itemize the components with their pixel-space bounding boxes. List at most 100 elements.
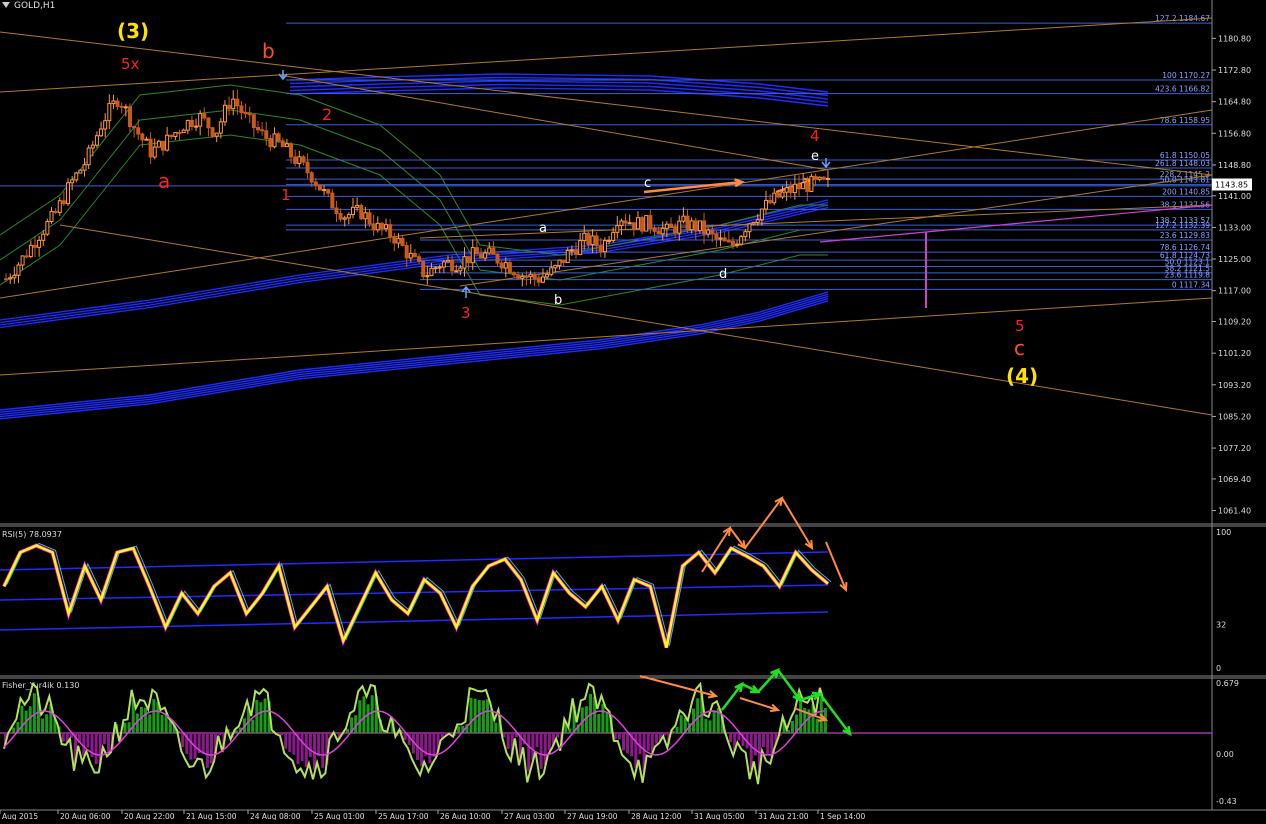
fib-level-label: 127.2 1132.39 (1155, 221, 1210, 230)
candle-body (810, 176, 813, 191)
candle-body (376, 223, 379, 229)
price-tick-label: 1069.40 (1218, 475, 1251, 484)
time-tick-label: 20 Aug 22:00 (124, 812, 175, 820)
fisher-hist-bar (647, 733, 650, 751)
candle-body (715, 234, 718, 239)
candle-body (769, 200, 772, 202)
candle-body (513, 273, 516, 275)
fib-level-label: 100 1170.27 (1162, 71, 1210, 80)
fisher-hist-bar (148, 714, 151, 733)
fisher-hist-bar (313, 733, 316, 769)
candle-body (467, 257, 470, 263)
candle-body (281, 141, 284, 147)
candle-body (186, 120, 189, 130)
candle-body (153, 147, 156, 157)
candle-body (471, 248, 474, 263)
candle-body (162, 141, 165, 150)
candle-body (484, 253, 487, 258)
candle-body (550, 268, 553, 275)
candle-body (9, 278, 12, 279)
time-tick-label: 31 Aug 21:00 (758, 812, 809, 820)
time-tick-label: 28 Aug 12:00 (631, 812, 682, 820)
fisher-hist-bar (494, 723, 497, 733)
trend-line (0, 18, 1212, 92)
candle-body (612, 232, 615, 240)
price-tick-label: 1101.20 (1218, 349, 1251, 358)
candle-body (166, 135, 169, 150)
fisher-hist-bar (251, 720, 254, 733)
candle-body (628, 223, 631, 224)
wave-label-10: c (644, 176, 651, 191)
candle-body (364, 213, 367, 219)
price-tick-label: 1117.00 (1218, 287, 1251, 296)
rsi-tick-label: 0 (1216, 664, 1221, 673)
candle-body (393, 237, 396, 243)
candle-body (42, 234, 45, 240)
fisher-hist-bar (264, 699, 267, 733)
fisher-tick-label: 0.00 (1216, 750, 1234, 759)
candle-body (199, 114, 202, 127)
fisher-hist-bar (41, 719, 44, 733)
candle-body (814, 176, 817, 179)
candle-body (587, 233, 590, 244)
fib-level-label: 261.8 1148.03 (1155, 159, 1210, 168)
candle-body (290, 144, 293, 157)
candle-body (261, 130, 264, 131)
candle-body (529, 274, 532, 276)
candle-body (104, 121, 107, 129)
candle-body (537, 279, 540, 283)
candle-body (405, 245, 408, 257)
trend-line (60, 225, 1212, 415)
candle-body (789, 188, 792, 193)
current-price-label: 1143.85 (1215, 181, 1248, 190)
candle-body (248, 113, 251, 115)
candle-body (219, 122, 222, 133)
candle-body (335, 208, 338, 214)
candle-body (195, 126, 198, 127)
candle-body (343, 218, 346, 219)
fisher-hist-bar (638, 733, 641, 754)
time-tick-label: 25 Aug 17:00 (378, 812, 429, 820)
rsi-title: RSI(5) 78.0937 (2, 530, 62, 539)
candle-body (488, 248, 491, 253)
time-tick-label: 26 Aug 10:00 (440, 812, 491, 820)
candle-body (438, 267, 441, 268)
candle-body (112, 101, 115, 104)
rsi-band (0, 612, 828, 630)
fisher-hist-bar (218, 733, 221, 735)
orange-arrow (702, 528, 730, 572)
chart-canvas[interactable]: 127.2 1184.67100 1170.27423.6 1166.8278.… (0, 0, 1266, 820)
candle-body (285, 144, 288, 147)
candle-body (492, 248, 495, 254)
lower-ma-band (0, 292, 828, 410)
candle-body (128, 107, 131, 127)
candle-body (116, 101, 119, 106)
fisher-hist-bar (676, 727, 679, 733)
fisher-hist-bar (470, 698, 473, 733)
price-tick-label: 1172.80 (1218, 66, 1251, 75)
candle-body (21, 256, 24, 265)
candle-body (570, 250, 573, 251)
candle-body (579, 241, 582, 255)
orange-arrow (740, 698, 778, 710)
fisher-hist-bar (704, 719, 707, 733)
chart-window[interactable]: 127.2 1184.67100 1170.27423.6 1166.8278.… (0, 0, 1266, 820)
fisher-hist-bar (123, 723, 126, 733)
candle-body (756, 220, 759, 223)
candle-body (211, 128, 214, 136)
time-tick-label: 1 Sep 14:00 (820, 812, 866, 820)
candle-body (599, 246, 602, 252)
price-axis: 1180.801172.801164.801156.801148.801141.… (0, 0, 1266, 810)
wave-label-1: (3) (117, 19, 149, 43)
candle-body (669, 224, 672, 226)
candle-body (426, 276, 429, 277)
candle-body (723, 238, 726, 241)
candle-body (240, 106, 243, 113)
candle-body (418, 257, 421, 262)
dropdown-triangle-icon[interactable] (2, 2, 10, 8)
candle-body (657, 231, 660, 233)
candle-body (442, 262, 445, 267)
price-tick-label: 1125.00 (1218, 255, 1251, 264)
fisher-hist-bar (371, 695, 374, 733)
candle-body (33, 245, 36, 247)
